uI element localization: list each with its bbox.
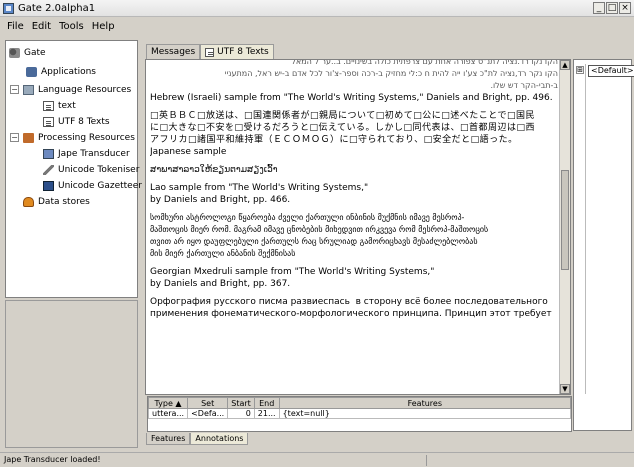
collapse-processing-resources-icon[interactable]: − <box>10 133 19 142</box>
japanese-line: □英ＢＢＣ□放送は、□国連関係者が□親局について□初めて□公に□述べたことで□国… <box>150 111 535 121</box>
georgian-caption: Georgian Mxedruli sample from "The World… <box>150 267 435 277</box>
menu-file[interactable]: File <box>3 21 28 32</box>
scroll-thumb[interactable] <box>561 170 569 270</box>
left-lower-panel <box>5 300 138 448</box>
tree-item-language-resources[interactable]: Language Resources <box>23 83 131 96</box>
gazetteer-icon <box>43 180 54 191</box>
status-text: Jape Transducer loaded! <box>4 455 101 464</box>
jape-transducer-icon <box>43 148 54 159</box>
menu-bar: File Edit Tools Help <box>0 18 634 34</box>
annotation-sets-panel: ⊞ <Default> <box>573 59 634 431</box>
georgian-line: სომხური ასტროლოგი წყაროება ძველი ქართული… <box>150 213 465 222</box>
column-header-end[interactable]: End <box>253 397 280 409</box>
tree-item-text[interactable]: text <box>43 99 76 112</box>
tab-features[interactable]: Features <box>146 433 191 445</box>
tree-item-utf8-texts[interactable]: UTF 8 Texts <box>43 115 110 128</box>
menu-edit[interactable]: Edit <box>28 21 55 32</box>
sets-scrollbar[interactable] <box>574 64 586 394</box>
status-divider <box>426 455 427 466</box>
russian-line: Орфография русского писма развиеспась в … <box>150 297 548 307</box>
column-header-type[interactable]: Type ▲ <box>147 397 189 409</box>
document-text[interactable]: הקו נקו רד.נציה לתנ"ס צפורה אחת עם צרפתי… <box>150 60 558 394</box>
tab-utf8-texts[interactable]: UTF 8 Texts <box>200 44 274 59</box>
lao-caption: by Daniels and Bright, pp. 466. <box>150 195 291 205</box>
app-icon <box>3 2 14 14</box>
scroll-up-icon[interactable]: ▲ <box>560 60 570 70</box>
tree-item-gate[interactable]: Gate <box>9 46 46 59</box>
japanese-caption: Japanese sample <box>150 147 227 157</box>
hebrew-line: הקו נקו רד.נציה לתנ"ס צפורה אחת עם צרפתי… <box>291 60 558 66</box>
expand-icon[interactable]: ⊞ <box>576 66 584 74</box>
window-controls: _ □ × <box>593 2 631 14</box>
close-button[interactable]: × <box>619 2 631 14</box>
menu-help[interactable]: Help <box>88 21 119 32</box>
georgian-line: თვით არ იყო დაუფლებული ქართულს რაც სრული… <box>150 237 478 246</box>
document-tabs: Messages UTF 8 Texts <box>146 44 274 59</box>
tree-item-applications[interactable]: Applications <box>26 65 96 78</box>
text-scrollbar[interactable]: ▲ ▼ <box>559 60 570 394</box>
tab-label: UTF 8 Texts <box>217 47 269 57</box>
table-cell: 0 <box>227 408 255 419</box>
tree-label: Applications <box>41 66 96 77</box>
japanese-line: に□大きな□不安を□受けるだろうと□伝えている。しかし□同代表は、□首都周辺は□… <box>150 123 536 133</box>
lao-line: ສາພາສາລາວໃຫ້ຂຽນຕາມສຽງເວົ້າ <box>150 165 278 175</box>
language-resources-icon <box>23 84 34 95</box>
tree-label: Jape Transducer <box>58 148 130 159</box>
menu-tools[interactable]: Tools <box>55 21 88 32</box>
minimize-button[interactable]: _ <box>593 2 605 14</box>
tree-label: UTF 8 Texts <box>58 116 110 127</box>
hebrew-caption: Hebrew (Israeli) sample from "The World'… <box>150 93 553 103</box>
table-cell: uttera... <box>147 408 189 419</box>
lao-caption: Lao sample from "The World's Writing Sys… <box>150 183 369 193</box>
tree-label: Unicode Tokeniser <box>58 164 140 175</box>
georgian-caption: by Daniels and Bright, pp. 367. <box>150 279 291 289</box>
tree-item-processing-resources[interactable]: Processing Resources <box>23 131 135 144</box>
hebrew-line: ב-תבי-הקר דש שלו. <box>490 81 558 90</box>
hebrew-line: הקו נקר רד,נציה לת"כ צע'ו ייה להית ח כ:ל… <box>224 69 558 78</box>
maximize-button[interactable]: □ <box>606 2 618 14</box>
applications-icon <box>26 66 37 77</box>
tree-label: text <box>58 100 76 111</box>
tab-label: Messages <box>151 47 196 57</box>
tree-item-unicode-tokeniser[interactable]: Unicode Tokeniser <box>43 163 139 176</box>
document-icon <box>205 47 215 57</box>
tree-label: Gate <box>24 47 46 58</box>
tree-item-jape-transducer[interactable]: Jape Transducer <box>43 147 130 160</box>
table-cell: <Defa... <box>187 408 229 419</box>
column-header-features[interactable]: Features <box>278 397 572 409</box>
tree-label: Data stores <box>38 196 90 207</box>
tab-messages[interactable]: Messages <box>146 44 201 59</box>
tab-annotations[interactable]: Annotations <box>190 433 249 445</box>
georgian-line: მის მიერ ქართული ანბანის შექმნისას <box>150 249 296 258</box>
tokeniser-icon <box>43 164 54 175</box>
tree-item-unicode-gazetteer[interactable]: Unicode Gazetteer <box>43 179 142 192</box>
bottom-tabs: Features Annotations <box>146 433 249 445</box>
title-bar: Gate 2.0alpha1 _ □ × <box>0 0 634 17</box>
window-title: Gate 2.0alpha1 <box>18 2 96 14</box>
table-row[interactable]: uttera... <Defa... 0 21... {text=null} <box>147 408 572 419</box>
gate-icon <box>9 47 20 58</box>
default-annotation-set[interactable]: <Default> <box>588 65 634 77</box>
data-stores-icon <box>23 196 34 207</box>
column-header-set[interactable]: Set <box>187 397 229 409</box>
tree-item-data-stores[interactable]: Data stores <box>23 195 90 208</box>
japanese-line: アフリカ□諸国平和維持軍（ＥＣＯＭＯＧ）に□守られており、□安全だと□語った。 <box>150 135 518 145</box>
annotations-table: Type ▲ Set Start End Features uttera... … <box>147 396 572 432</box>
document-icon <box>43 116 54 127</box>
document-icon <box>43 100 54 111</box>
scroll-down-icon[interactable]: ▼ <box>560 384 570 394</box>
collapse-language-resources-icon[interactable]: − <box>10 85 19 94</box>
status-bar: Jape Transducer loaded! <box>0 452 634 467</box>
table-cell: {text=null} <box>278 408 572 419</box>
tree-label: Unicode Gazetteer <box>58 180 142 191</box>
tree-label: Language Resources <box>38 84 132 95</box>
table-cell: 21... <box>253 408 280 419</box>
processing-resources-icon <box>23 132 34 143</box>
georgian-line: მაშთოცის მიერ რომ. მაგრამ იმავე ცნობების… <box>150 225 489 234</box>
document-text-view[interactable]: הקו נקו רד.נציה לתנ"ס צפורה אחת עם צרפתי… <box>145 59 571 395</box>
column-header-start[interactable]: Start <box>227 397 255 409</box>
resource-tree: Gate Applications − Language Resources t… <box>5 40 142 298</box>
russian-line: применения фонематического-морфологическ… <box>150 309 552 319</box>
tree-label: Processing Resources <box>38 132 135 143</box>
